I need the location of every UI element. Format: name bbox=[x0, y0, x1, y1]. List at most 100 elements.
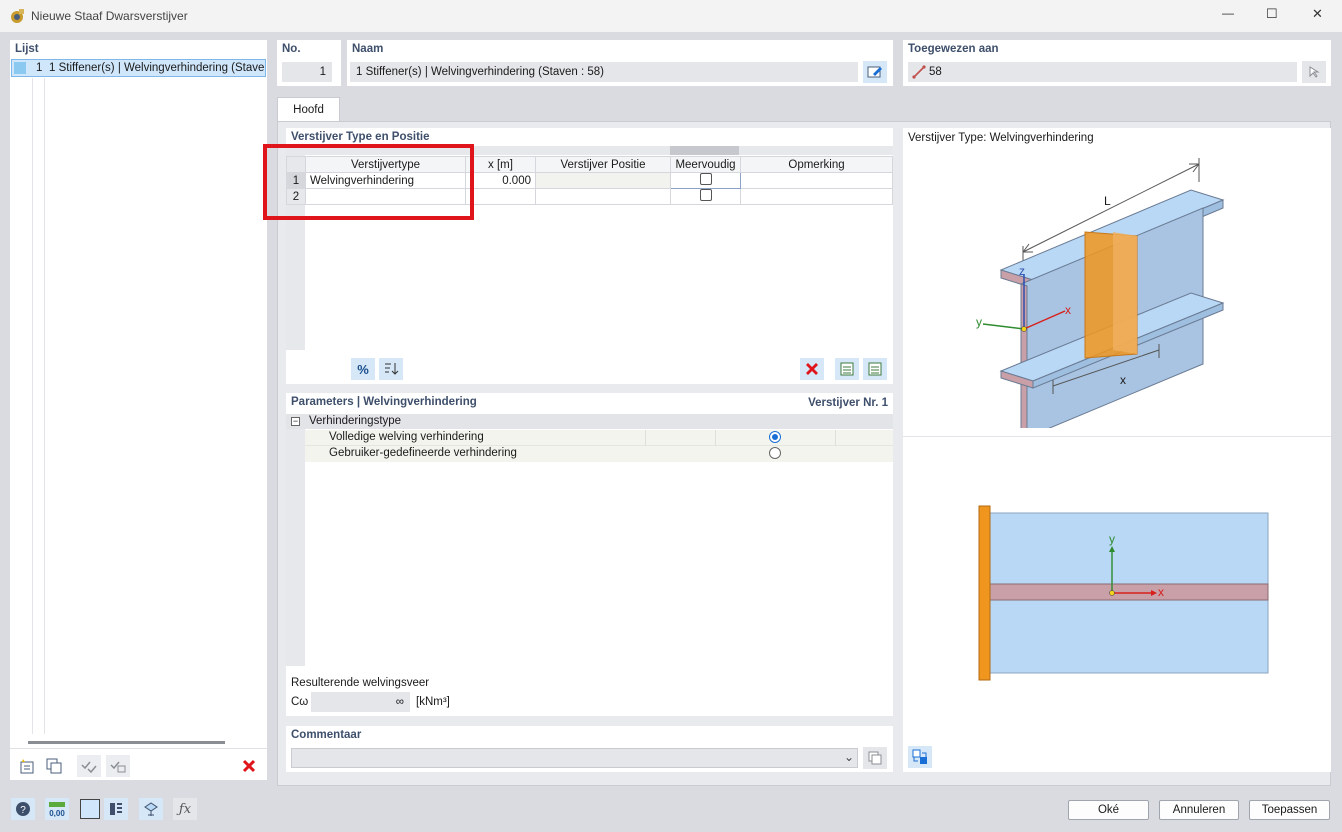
copy-item-button[interactable] bbox=[42, 755, 66, 777]
check-all-button[interactable] bbox=[77, 755, 101, 777]
cell-remark[interactable] bbox=[740, 172, 893, 189]
group-row[interactable]: − Verhinderingstype bbox=[286, 414, 893, 429]
import-table-button[interactable] bbox=[835, 358, 859, 380]
model-view-icon bbox=[144, 802, 158, 816]
tree-left-column bbox=[286, 414, 305, 666]
decimal-places-icon: 0,00 bbox=[49, 802, 65, 817]
axis-y-label: y bbox=[976, 315, 982, 329]
new-item-button[interactable] bbox=[15, 755, 39, 777]
edit-pencil-icon bbox=[867, 66, 882, 78]
result-label: Resulterende welvingsveer bbox=[291, 677, 430, 689]
list-item[interactable]: 1 1 Stiffener(s) | Welvingverhindering (… bbox=[11, 59, 266, 77]
color-swatch-button[interactable] bbox=[80, 799, 100, 819]
axis-x-label: x bbox=[1065, 303, 1071, 317]
radio-user-defined[interactable] bbox=[769, 447, 781, 459]
parameters-title: Parameters | Welvingverhindering bbox=[291, 396, 477, 408]
comment-library-button[interactable] bbox=[863, 747, 887, 769]
no-field[interactable]: 1 bbox=[282, 62, 332, 82]
render-options-button[interactable] bbox=[139, 798, 163, 820]
select-members-button[interactable] bbox=[1302, 61, 1326, 83]
side-axis-y-label: y bbox=[1109, 532, 1115, 546]
name-label: Naam bbox=[352, 43, 384, 55]
col-remark: Opmerking bbox=[740, 156, 893, 173]
name-field[interactable]: 1 Stiffener(s) | Welvingverhindering (St… bbox=[350, 62, 858, 82]
maximize-button[interactable]: ☐ bbox=[1266, 6, 1278, 22]
close-button[interactable]: ✕ bbox=[1312, 6, 1323, 22]
preview-panel: Verstijver Type: Welvingverhindering L z… bbox=[903, 128, 1331, 772]
formula-button[interactable]: ƒx bbox=[173, 798, 197, 820]
option-row[interactable]: Volledige welving verhindering bbox=[305, 430, 893, 462]
comment-combobox[interactable] bbox=[291, 748, 858, 768]
window-title: Nieuwe Staaf Dwarsverstijver bbox=[31, 9, 188, 23]
help-button[interactable]: ? bbox=[11, 798, 35, 820]
delete-item-button[interactable] bbox=[237, 755, 261, 777]
cell-multiple[interactable] bbox=[670, 172, 741, 189]
iso-beam-drawing bbox=[982, 158, 1225, 428]
tab-hoofd[interactable]: Hoofd bbox=[277, 97, 340, 122]
edit-name-button[interactable] bbox=[863, 61, 887, 83]
app-icon bbox=[9, 8, 25, 24]
no-panel: No. 1 bbox=[277, 40, 341, 86]
stiffener-number: Verstijver Nr. 1 bbox=[808, 397, 888, 409]
units-button[interactable]: 0,00 bbox=[45, 798, 69, 820]
assigned-value: 58 bbox=[929, 66, 942, 78]
cell-x[interactable]: 0.000 bbox=[465, 172, 536, 189]
cell-remark[interactable] bbox=[740, 188, 893, 205]
display-settings-button[interactable] bbox=[104, 798, 128, 820]
parameters-panel: Parameters | Welvingverhindering Verstij… bbox=[286, 393, 893, 716]
tab-hoofd-label: Hoofd bbox=[293, 104, 324, 116]
list-panel: Lijst 1 1 Stiffener(s) | Welvingverhinde… bbox=[10, 40, 267, 780]
uncheck-all-button[interactable] bbox=[106, 755, 130, 777]
collapse-icon[interactable]: − bbox=[291, 417, 300, 426]
multiple-checkbox[interactable] bbox=[699, 173, 712, 185]
export-table-button[interactable] bbox=[863, 358, 887, 380]
name-panel: Naam 1 Stiffener(s) | Welvingverhinderin… bbox=[347, 40, 893, 86]
multiple-checkbox[interactable] bbox=[699, 189, 712, 201]
cancel-button[interactable]: Annuleren bbox=[1159, 800, 1239, 820]
assigned-label: Toegewezen aan bbox=[908, 43, 999, 55]
list-item-label: 1 Stiffener(s) | Welvingverhindering (St… bbox=[49, 62, 265, 74]
cw-symbol: Cω bbox=[291, 696, 309, 708]
cw-unit: [kNm³] bbox=[416, 696, 450, 708]
group-label: Verhinderingstype bbox=[309, 415, 402, 427]
side-axis-x-label: x bbox=[1158, 585, 1164, 599]
copy-icon bbox=[868, 751, 882, 765]
option-label: Gebruiker-gedefineerde verhindering bbox=[329, 447, 517, 459]
col-x: x [m] bbox=[465, 156, 536, 173]
cell-position[interactable] bbox=[535, 172, 671, 189]
cell-multiple[interactable] bbox=[670, 188, 741, 205]
view-rotate-icon bbox=[912, 749, 927, 764]
ok-button[interactable]: Oké bbox=[1068, 800, 1149, 820]
list-item-no: 1 bbox=[36, 62, 43, 74]
pick-cursor-icon bbox=[1309, 66, 1320, 78]
cw-field: ∞ bbox=[311, 692, 410, 712]
svg-text:?: ? bbox=[20, 805, 26, 816]
col-position: Verstijver Positie bbox=[535, 156, 671, 173]
assigned-field[interactable]: 58 bbox=[908, 62, 1297, 82]
formula-icon: ƒx bbox=[178, 801, 192, 817]
cell-x[interactable] bbox=[465, 188, 536, 205]
minimize-button[interactable]: — bbox=[1222, 6, 1234, 20]
chevron-down-icon[interactable]: ⌄ bbox=[844, 750, 854, 764]
table-header-strip-dark bbox=[670, 146, 739, 155]
apply-button[interactable]: Toepassen bbox=[1249, 800, 1330, 820]
comment-title: Commentaar bbox=[291, 729, 362, 741]
percent-button[interactable]: % bbox=[351, 358, 375, 380]
stiffener-panel-title: Verstijver Type en Positie bbox=[291, 131, 430, 143]
cell-position[interactable] bbox=[535, 188, 671, 205]
option-row[interactable]: Gebruiker-gedefineerde verhindering bbox=[305, 446, 893, 462]
delete-rows-button[interactable] bbox=[800, 358, 824, 380]
dimension-x-label: x bbox=[1120, 373, 1126, 387]
display-settings-icon bbox=[110, 803, 122, 815]
preview-settings-button[interactable] bbox=[908, 746, 932, 768]
title-bar: Nieuwe Staaf Dwarsverstijver — ☐ ✕ bbox=[0, 0, 1342, 32]
sort-button[interactable] bbox=[379, 358, 403, 380]
check-icon bbox=[81, 761, 97, 774]
delete-icon bbox=[242, 759, 256, 773]
radio-full-restraint[interactable] bbox=[769, 431, 781, 443]
no-label: No. bbox=[282, 43, 301, 55]
list-scrollbar[interactable] bbox=[28, 741, 225, 744]
new-item-icon bbox=[20, 759, 34, 774]
preview-divider bbox=[903, 436, 1331, 437]
list-title: Lijst bbox=[15, 43, 39, 55]
